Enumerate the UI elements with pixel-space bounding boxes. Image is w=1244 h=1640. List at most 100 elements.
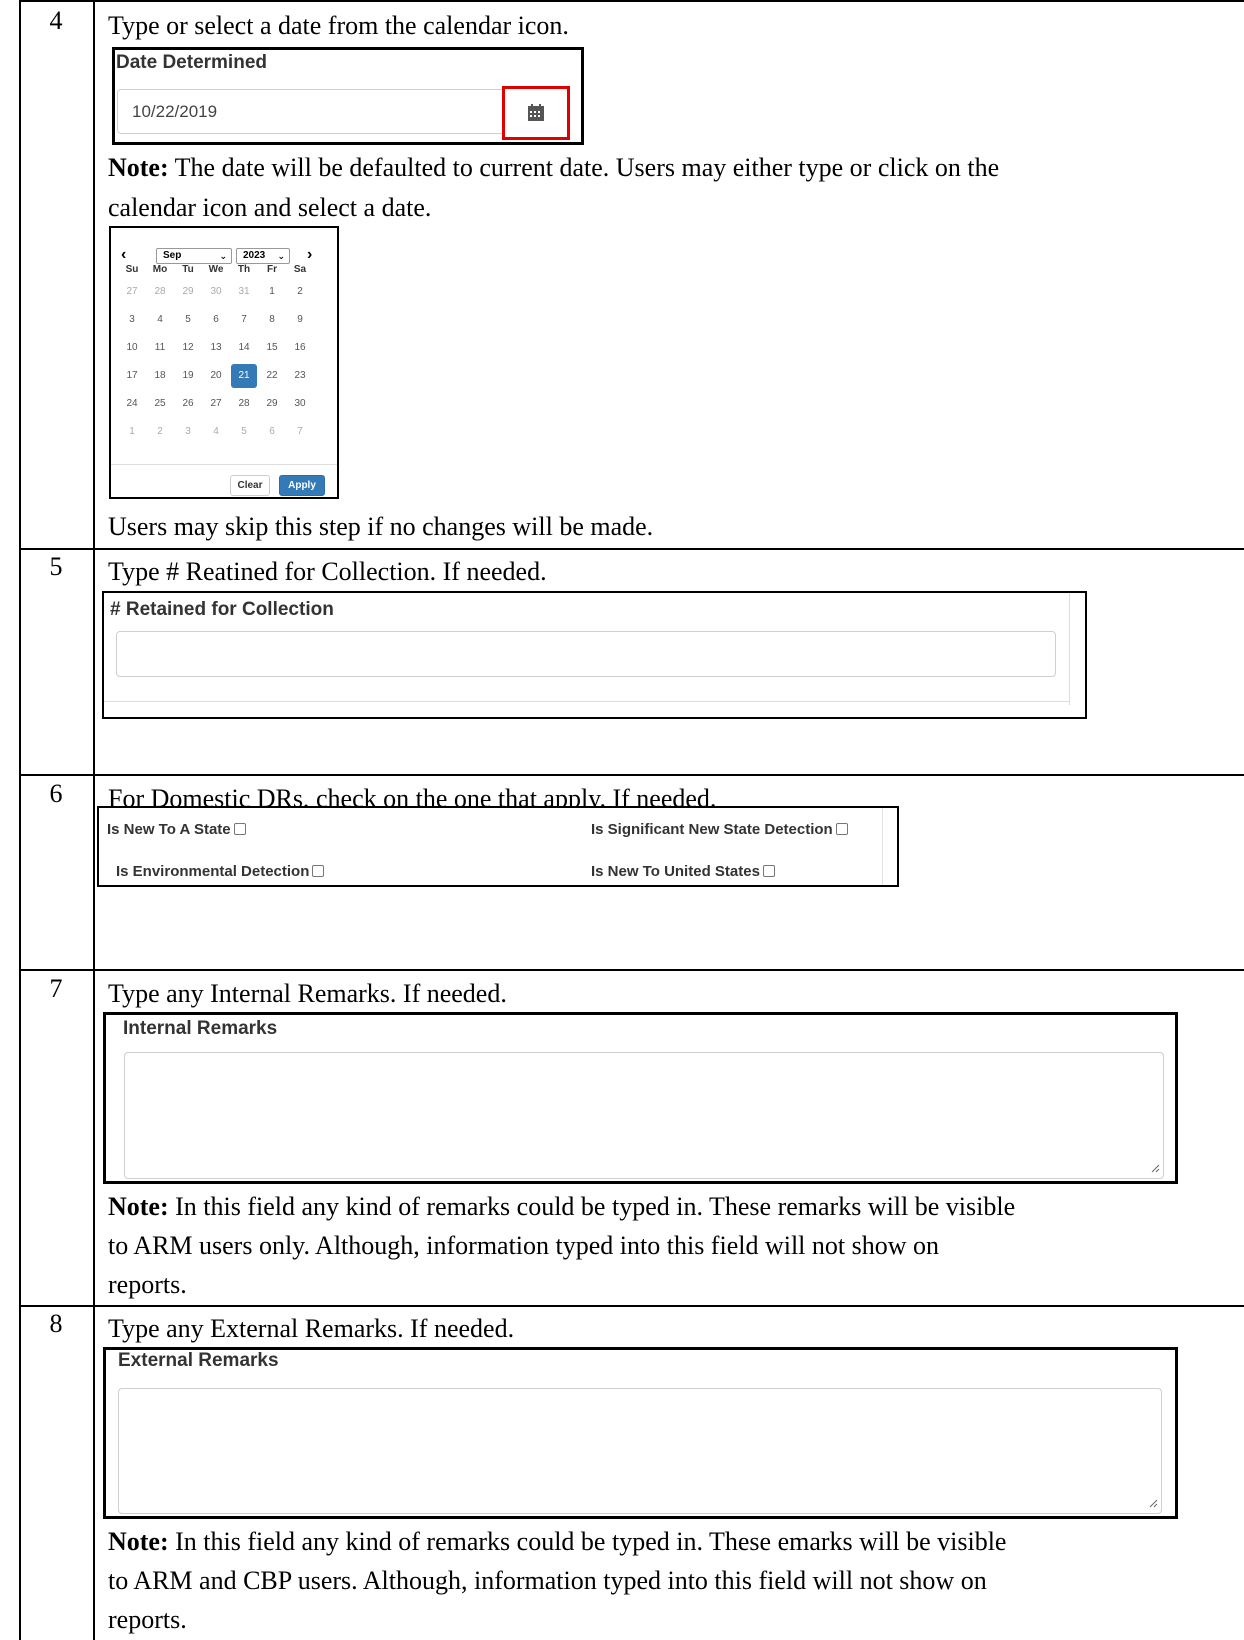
calendar-day[interactable]: 1 [119,426,145,437]
calendar-day[interactable]: 17 [119,370,145,381]
step-instruction: Type any External Remarks. If needed. [108,1314,515,1343]
external-remarks-label: External Remarks [118,1350,279,1371]
next-month-button[interactable]: › [307,246,312,264]
note-text: The date will be defaulted to current da… [168,153,1000,182]
checkbox-input[interactable] [233,823,246,835]
weekday-header: Sa [293,264,307,275]
calendar-day[interactable]: 29 [259,398,285,409]
calendar-day-selected[interactable]: 21 [231,364,257,388]
retained-for-collection-input[interactable] [116,631,1056,677]
calendar-day[interactable]: 22 [259,370,285,381]
calendar-day[interactable]: 6 [203,314,229,325]
date-input[interactable]: 10/22/2019 [117,89,507,134]
date-field-screenshot: Date Determined 10/22/2019 [112,47,584,145]
checkbox-input[interactable] [762,865,775,877]
note-label: Note: [108,1192,169,1221]
calendar-day[interactable]: 30 [203,286,229,297]
calendar-day[interactable]: 4 [147,314,173,325]
calendar-day[interactable]: 2 [287,286,313,297]
resize-handle-icon[interactable] [1148,1498,1158,1508]
retained-field-screenshot: # Retained for Collection [102,591,1087,719]
calendar-day[interactable]: 30 [287,398,313,409]
note-text-continued: to ARM and CBP users. Although, informat… [108,1566,987,1595]
step-instruction: Type # Reatined for Collection. If neede… [108,557,547,586]
calendar-day[interactable]: 31 [231,286,257,297]
weekday-header: Mo [152,264,168,275]
calendar-day[interactable]: 3 [119,314,145,325]
calendar-day[interactable]: 18 [147,370,173,381]
month-select[interactable]: Sep ⌄ [156,248,232,264]
calendar-popup: ‹ Sep ⌄ 2023 ⌄ › Su Mo Tu We Th Fr Sa 27 28 29 30 3… [109,226,339,499]
weekday-header: Su [125,264,139,275]
checkbox-panel-divider [882,808,883,885]
table-row-divider [19,969,1244,971]
note-text-continued: to ARM users only. Although, information… [108,1231,940,1260]
note-paragraph: Note: The date will be defaulted to curr… [108,148,999,188]
internal-remarks-screenshot: Internal Remarks [103,1012,1178,1184]
calendar-day[interactable]: 9 [287,314,313,325]
calendar-day[interactable]: 23 [287,370,313,381]
note-text-continued: calendar icon and select a date. [108,193,432,222]
chevron-down-icon: ⌄ [277,251,285,261]
table-border-top [19,0,1244,2]
checkbox-label: Is Significant New State Detection [591,821,833,838]
calendar-day[interactable]: 3 [175,426,201,437]
calendar-day[interactable]: 28 [147,286,173,297]
checkbox-is-environmental-detection[interactable]: Is Environmental Detection [116,863,325,880]
calendar-day[interactable]: 12 [175,342,201,353]
calendar-button[interactable] [502,86,570,140]
calendar-day[interactable]: 13 [203,342,229,353]
checkbox-is-significant-new-state-detection[interactable]: Is Significant New State Detection [591,821,848,838]
step-number: 8 [49,1309,63,1338]
prev-month-button[interactable]: ‹ [121,246,126,264]
note-paragraph: Note: In this field any kind of remarks … [108,1187,1015,1227]
calendar-day[interactable]: 11 [147,342,173,353]
step-number: 4 [49,6,63,35]
checkbox-input[interactable] [312,865,325,877]
internal-remarks-label: Internal Remarks [123,1018,278,1039]
table-row-divider [19,548,1244,550]
weekday-header: We [208,264,224,275]
checkbox-is-new-to-united-states[interactable]: Is New To United States [591,863,775,880]
date-input-value: 10/22/2019 [132,102,218,121]
calendar-day[interactable]: 24 [119,398,145,409]
calendar-day[interactable]: 26 [175,398,201,409]
note-paragraph: Note: In this field any kind of remarks … [108,1522,1006,1562]
calendar-day[interactable]: 7 [287,426,313,437]
calendar-day[interactable]: 7 [231,314,257,325]
apply-button[interactable]: Apply [279,475,325,496]
checkbox-panel-screenshot: Is New To A State Is Significant New Sta… [97,806,899,887]
calendar-day[interactable]: 25 [147,398,173,409]
calendar-day[interactable]: 19 [175,370,201,381]
checkbox-input[interactable] [835,823,848,835]
checkbox-is-new-to-a-state[interactable]: Is New To A State [107,821,246,838]
calendar-day[interactable]: 6 [259,426,285,437]
step-instruction: Type any Internal Remarks. If needed. [108,979,507,1008]
year-select[interactable]: 2023 ⌄ [236,248,290,264]
chevron-down-icon: ⌄ [219,251,227,261]
calendar-day[interactable]: 14 [231,342,257,353]
note-text-continued: reports. [108,1605,187,1634]
clear-button[interactable]: Clear [230,475,270,496]
calendar-day[interactable]: 29 [175,286,201,297]
calendar-day[interactable]: 28 [231,398,257,409]
resize-handle-icon[interactable] [1150,1163,1160,1173]
calendar-day[interactable]: 5 [175,314,201,325]
calendar-day[interactable]: 10 [119,342,145,353]
calendar-day[interactable]: 20 [203,370,229,381]
external-remarks-textarea[interactable] [118,1388,1162,1514]
calendar-day[interactable]: 27 [203,398,229,409]
calendar-day[interactable]: 8 [259,314,285,325]
calendar-day[interactable]: 1 [259,286,285,297]
month-select-value: Sep [163,250,182,261]
calendar-day[interactable]: 27 [119,286,145,297]
calendar-day[interactable]: 5 [231,426,257,437]
calendar-day[interactable]: 4 [203,426,229,437]
calendar-day[interactable]: 2 [147,426,173,437]
checkbox-label: Is New To A State [107,821,231,838]
calendar-day[interactable]: 16 [287,342,313,353]
retained-field-right-edge [1069,593,1070,705]
weekday-header: Fr [267,264,277,275]
calendar-day[interactable]: 15 [259,342,285,353]
internal-remarks-textarea[interactable] [124,1052,1164,1179]
